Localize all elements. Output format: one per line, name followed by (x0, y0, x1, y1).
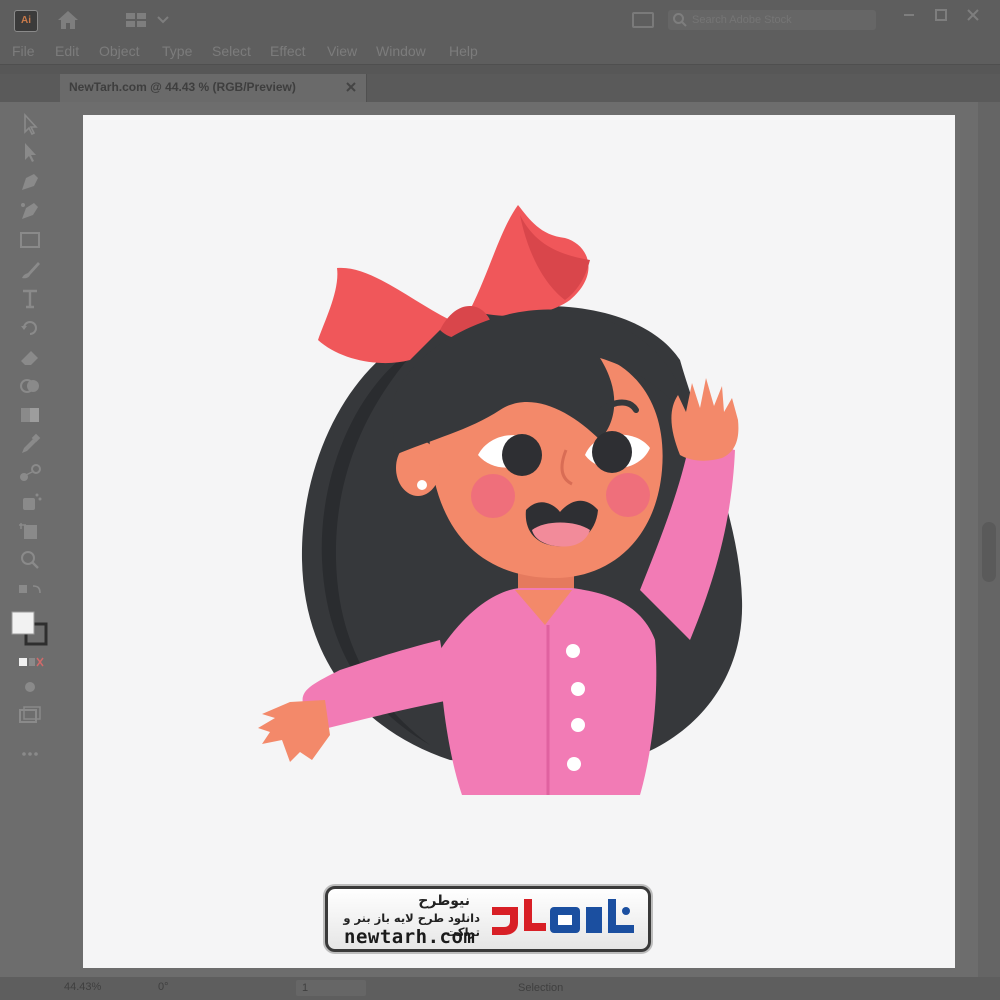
pen-tool-icon[interactable] (16, 170, 44, 194)
menu-select[interactable]: Select (212, 43, 251, 59)
search-input[interactable] (692, 10, 872, 30)
draw-mode-icon[interactable] (16, 675, 44, 699)
title-bar: Ai (0, 0, 1000, 40)
watermark-badge: نیوطرح دانلود طرح لایه باز بنر و تراکت n… (325, 886, 651, 952)
document-tab-row: NewTarh.com @ 44.43 % (RGB/Preview) (0, 74, 1000, 102)
app-logo-icon: Ai (14, 10, 38, 32)
color-mode-icon[interactable] (16, 650, 44, 674)
screen-mode-icon[interactable] (16, 703, 44, 727)
artboard[interactable] (83, 115, 955, 968)
workspace-switcher-icon[interactable] (126, 12, 172, 28)
maximize-icon[interactable] (932, 6, 950, 24)
curvature-tool-icon[interactable] (16, 199, 44, 223)
stock-search[interactable] (668, 10, 876, 30)
eyedropper-tool-icon[interactable] (16, 432, 44, 456)
watermark-url: newtarh.com (344, 926, 476, 948)
rectangle-tool-icon[interactable] (16, 228, 44, 252)
document-tab-label: NewTarh.com @ 44.43 % (RGB/Preview) (69, 80, 296, 94)
menu-file[interactable]: File (12, 43, 35, 59)
blend-tool-icon[interactable] (16, 461, 44, 485)
direct-selection-tool-icon[interactable] (16, 140, 44, 164)
tools-panel (0, 102, 58, 977)
menu-object[interactable]: Object (99, 43, 139, 59)
selection-tool-icon[interactable] (16, 112, 44, 136)
zoom-tool-icon[interactable] (16, 548, 44, 572)
zoom-level[interactable]: 44.43% (64, 981, 101, 993)
more-tools-icon[interactable] (16, 742, 44, 766)
menu-view[interactable]: View (327, 43, 357, 59)
shape-builder-tool-icon[interactable] (16, 374, 44, 398)
vertical-scrollbar[interactable] (978, 102, 1000, 977)
arrange-documents-icon[interactable] (632, 12, 654, 28)
menu-effect[interactable]: Effect (270, 43, 306, 59)
menu-help[interactable]: Help (449, 43, 478, 59)
status-bar: 44.43% 0° 1 Selection (0, 977, 1000, 1000)
menu-edit[interactable]: Edit (55, 43, 79, 59)
fill-stroke-swatch-icon[interactable] (10, 610, 50, 646)
menu-bar: File Edit Object Type Select Effect View… (0, 40, 1000, 64)
document-tab[interactable]: NewTarh.com @ 44.43 % (RGB/Preview) (60, 74, 367, 102)
rotate-tool-icon[interactable] (16, 316, 44, 340)
minimize-icon[interactable] (900, 6, 918, 24)
paintbrush-tool-icon[interactable] (16, 258, 44, 282)
scrollbar-thumb[interactable] (982, 522, 996, 582)
status-selection-mode[interactable]: Selection (518, 982, 563, 994)
gradient-tool-icon[interactable] (16, 403, 44, 427)
tab-close-icon[interactable] (343, 79, 359, 95)
home-icon[interactable] (55, 9, 81, 31)
watermark-title: نیوطرح (418, 893, 470, 909)
symbol-sprayer-tool-icon[interactable] (16, 490, 44, 514)
menu-type[interactable]: Type (162, 43, 192, 59)
search-icon (673, 13, 687, 27)
type-tool-icon[interactable] (16, 287, 44, 311)
rotation-value[interactable]: 0° (158, 981, 169, 993)
close-icon[interactable] (964, 6, 982, 24)
artboard-navigator[interactable]: 1 (296, 980, 366, 996)
swap-colors-icon[interactable] (16, 582, 44, 606)
newtarh-logo-icon (492, 899, 634, 935)
artboard-tool-icon[interactable] (16, 519, 44, 543)
menu-window[interactable]: Window (376, 43, 426, 59)
eraser-tool-icon[interactable] (16, 345, 44, 369)
